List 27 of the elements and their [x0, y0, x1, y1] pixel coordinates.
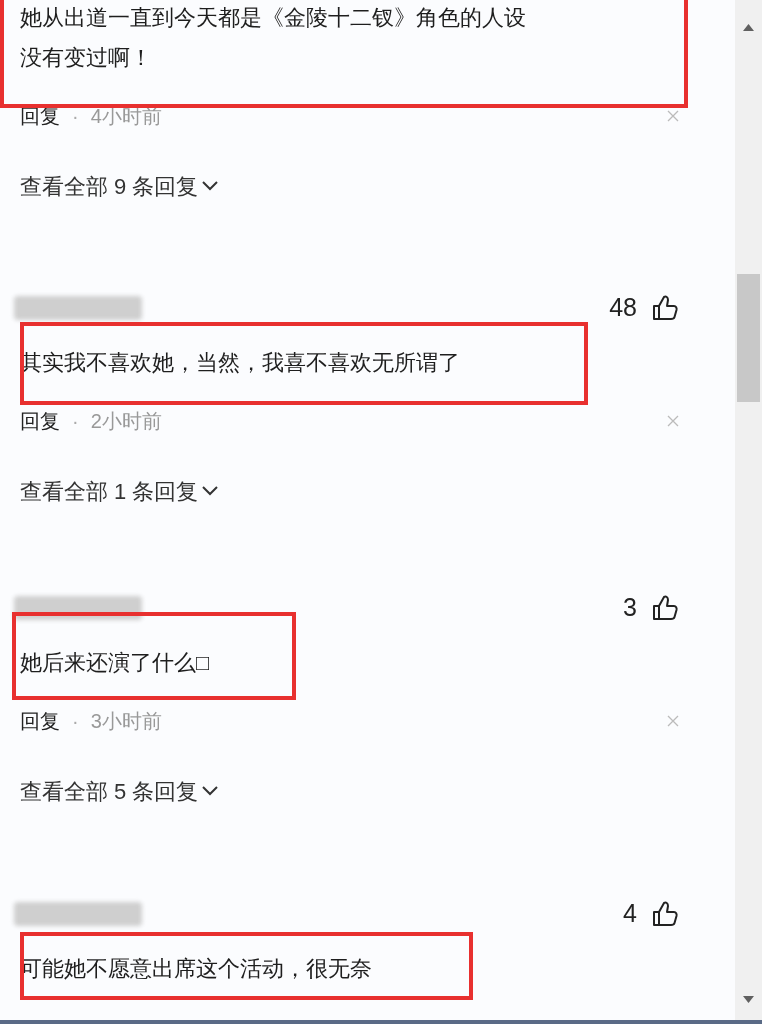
- like-count: 4: [623, 898, 637, 930]
- chevron-down-icon: [202, 486, 219, 496]
- view-replies-link[interactable]: 查看全部 1 条回复: [20, 474, 219, 508]
- scroll-up-icon[interactable]: [743, 24, 754, 31]
- scrollbar[interactable]: [735, 0, 762, 1020]
- separator: ·: [72, 709, 79, 734]
- thumbs-up-icon[interactable]: [651, 594, 679, 622]
- reply-link[interactable]: 回复: [20, 706, 60, 736]
- view-replies-link[interactable]: 查看全部 9 条回复: [20, 169, 219, 203]
- chevron-down-icon: [202, 181, 219, 191]
- view-replies-link[interactable]: 查看全部 5 条回复: [20, 774, 219, 808]
- comment-time: 2小时前: [90, 409, 162, 434]
- comment-time: 4小时前: [90, 104, 162, 129]
- like-count: 3: [623, 592, 637, 624]
- comment-text: 她后来还演了什么□: [20, 649, 211, 677]
- separator: ·: [72, 104, 79, 129]
- reply-link[interactable]: 回复: [20, 101, 60, 131]
- comment-time: 3小时前: [90, 709, 162, 734]
- reply-link[interactable]: 回复: [20, 406, 60, 436]
- thumbs-up-icon[interactable]: [651, 294, 679, 322]
- comment-text: 她从出道一直到今天都是《金陵十二钗》角色的人设 没有变过啊！: [20, 4, 527, 72]
- thumbs-up-icon[interactable]: [651, 900, 679, 928]
- scroll-down-icon[interactable]: [743, 996, 754, 1003]
- separator: ·: [72, 409, 79, 434]
- scrollbar-thumb[interactable]: [737, 274, 760, 402]
- like-count: 48: [609, 292, 637, 324]
- chevron-down-icon: [202, 786, 219, 796]
